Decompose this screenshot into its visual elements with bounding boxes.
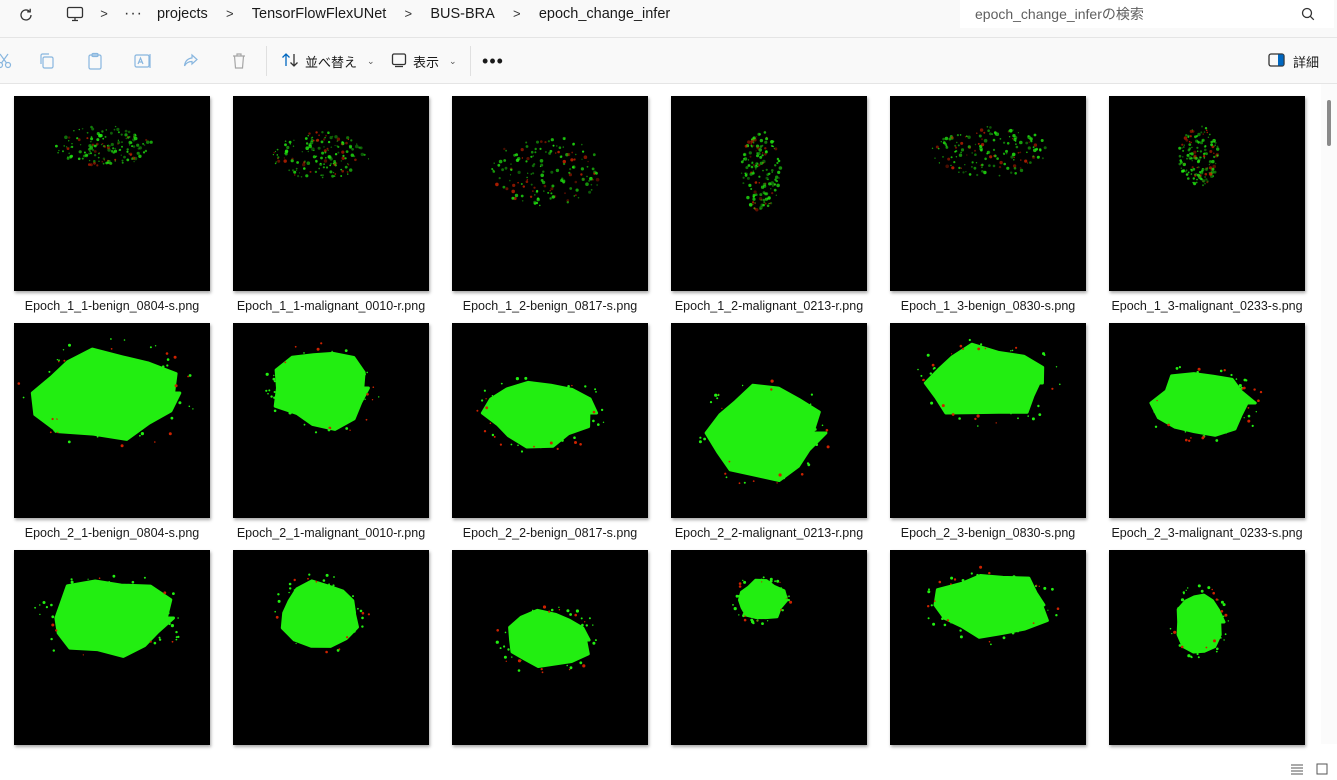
- search-input[interactable]: [960, 1, 1280, 27]
- image-thumbnail: [452, 96, 648, 291]
- image-thumbnail: [671, 550, 867, 745]
- file-tile[interactable]: Epoch_1_2-malignant_0213-r.png: [671, 96, 867, 313]
- file-name: Epoch_2_1-malignant_0010-r.png: [236, 526, 426, 540]
- view-button[interactable]: 表示 ⌄: [391, 46, 457, 76]
- file-name: Epoch_1_2-benign_0817-s.png: [462, 299, 638, 313]
- breadcrumb-separator[interactable]: >: [90, 6, 118, 21]
- file-name: Epoch_1_2-malignant_0213-r.png: [674, 299, 864, 313]
- image-thumbnail: [233, 96, 429, 291]
- rename-icon[interactable]: [133, 51, 153, 71]
- file-tile[interactable]: [233, 550, 429, 745]
- image-thumbnail: [890, 323, 1086, 518]
- image-thumbnail: [14, 96, 210, 291]
- image-thumbnail: [1109, 96, 1305, 291]
- breadcrumb-projects[interactable]: projects: [149, 6, 216, 22]
- chevron-down-icon: ⌄: [367, 55, 375, 66]
- details-pane-icon: [1268, 52, 1285, 70]
- file-grid: Epoch_1_1-benign_0804-s.png Epoch_1_1-ma…: [14, 96, 1305, 745]
- breadcrumb: > ··· projects > TensorFlowFlexUNet > BU…: [60, 0, 678, 27]
- file-tile[interactable]: Epoch_2_2-benign_0817-s.png: [452, 323, 648, 540]
- toolbar-divider: [470, 46, 471, 76]
- image-thumbnail: [233, 550, 429, 745]
- image-thumbnail: [14, 550, 210, 745]
- breadcrumb-separator[interactable]: >: [216, 6, 244, 21]
- breadcrumb-separator[interactable]: >: [394, 6, 422, 21]
- view-icon: [391, 52, 407, 71]
- file-name: Epoch_2_2-malignant_0213-r.png: [674, 526, 864, 540]
- file-tile[interactable]: [890, 550, 1086, 745]
- image-thumbnail: [14, 323, 210, 518]
- breadcrumb-epoch-change-infer[interactable]: epoch_change_infer: [531, 6, 678, 22]
- image-thumbnail: [452, 550, 648, 745]
- view-label: 表示: [413, 54, 440, 70]
- image-thumbnail: [671, 96, 867, 291]
- vertical-scrollbar[interactable]: [1321, 84, 1337, 744]
- file-name: Epoch_2_3-malignant_0233-s.png: [1111, 526, 1303, 540]
- file-tile[interactable]: Epoch_1_1-benign_0804-s.png: [14, 96, 210, 313]
- delete-icon[interactable]: [229, 51, 249, 71]
- file-tile[interactable]: Epoch_1_3-benign_0830-s.png: [890, 96, 1086, 313]
- file-tile[interactable]: Epoch_1_3-malignant_0233-s.png: [1109, 96, 1305, 313]
- see-more-button[interactable]: •••: [482, 46, 503, 76]
- chevron-down-icon: ⌄: [449, 55, 457, 66]
- search-icon[interactable]: [1300, 6, 1316, 22]
- image-thumbnail: [452, 323, 648, 518]
- breadcrumb-overflow[interactable]: ···: [118, 5, 149, 23]
- file-tile[interactable]: [452, 550, 648, 745]
- details-label: 詳細: [1293, 54, 1320, 70]
- file-tile[interactable]: Epoch_1_2-benign_0817-s.png: [452, 96, 648, 313]
- details-button[interactable]: 詳細: [1268, 46, 1319, 76]
- image-thumbnail: [890, 550, 1086, 745]
- file-name: Epoch_1_3-benign_0830-s.png: [900, 299, 1076, 313]
- file-name: Epoch_2_2-benign_0817-s.png: [462, 526, 638, 540]
- toolbar-divider: [266, 46, 267, 76]
- paste-icon[interactable]: [85, 51, 105, 71]
- file-name: Epoch_1_1-malignant_0010-r.png: [236, 299, 426, 313]
- image-thumbnail: [1109, 550, 1305, 745]
- status-bar: [0, 758, 1337, 778]
- file-tile[interactable]: Epoch_2_3-malignant_0233-s.png: [1109, 323, 1305, 540]
- share-icon[interactable]: [181, 51, 201, 71]
- command-bar: 並べ替え ⌄ 表示 ⌄ ••• 詳細: [0, 38, 1337, 84]
- file-tile[interactable]: Epoch_2_1-benign_0804-s.png: [14, 323, 210, 540]
- refresh-icon[interactable]: [14, 3, 38, 27]
- copy-icon[interactable]: [37, 51, 57, 71]
- breadcrumb-separator[interactable]: >: [503, 6, 531, 21]
- breadcrumb-bus-bra[interactable]: BUS-BRA: [422, 6, 502, 22]
- image-thumbnail: [671, 323, 867, 518]
- search-box: [960, 0, 1334, 28]
- sort-icon: [281, 52, 299, 71]
- breadcrumb-tensorflowflexunet[interactable]: TensorFlowFlexUNet: [244, 6, 395, 22]
- file-tile[interactable]: [14, 550, 210, 745]
- file-name: Epoch_1_3-malignant_0233-s.png: [1111, 299, 1303, 313]
- file-name: Epoch_2_1-benign_0804-s.png: [24, 526, 200, 540]
- details-view-icon[interactable]: [1290, 762, 1304, 775]
- file-tile[interactable]: [1109, 550, 1305, 745]
- file-tile[interactable]: [671, 550, 867, 745]
- large-icons-view-icon[interactable]: [1316, 762, 1328, 775]
- address-bar: > ··· projects > TensorFlowFlexUNet > BU…: [0, 0, 1337, 38]
- file-tile[interactable]: Epoch_2_3-benign_0830-s.png: [890, 323, 1086, 540]
- cut-icon[interactable]: [0, 51, 14, 71]
- file-name: Epoch_2_3-benign_0830-s.png: [900, 526, 1076, 540]
- file-tile[interactable]: Epoch_1_1-malignant_0010-r.png: [233, 96, 429, 313]
- image-thumbnail: [890, 96, 1086, 291]
- sort-label: 並べ替え: [305, 54, 358, 70]
- file-view: Epoch_1_1-benign_0804-s.png Epoch_1_1-ma…: [0, 84, 1320, 778]
- sort-button[interactable]: 並べ替え ⌄: [281, 46, 375, 76]
- image-thumbnail: [1109, 323, 1305, 518]
- file-name: Epoch_1_1-benign_0804-s.png: [24, 299, 200, 313]
- file-tile[interactable]: Epoch_2_2-malignant_0213-r.png: [671, 323, 867, 540]
- this-pc-icon[interactable]: [60, 2, 90, 26]
- image-thumbnail: [233, 323, 429, 518]
- file-tile[interactable]: Epoch_2_1-malignant_0010-r.png: [233, 323, 429, 540]
- scrollbar-thumb[interactable]: [1327, 100, 1331, 146]
